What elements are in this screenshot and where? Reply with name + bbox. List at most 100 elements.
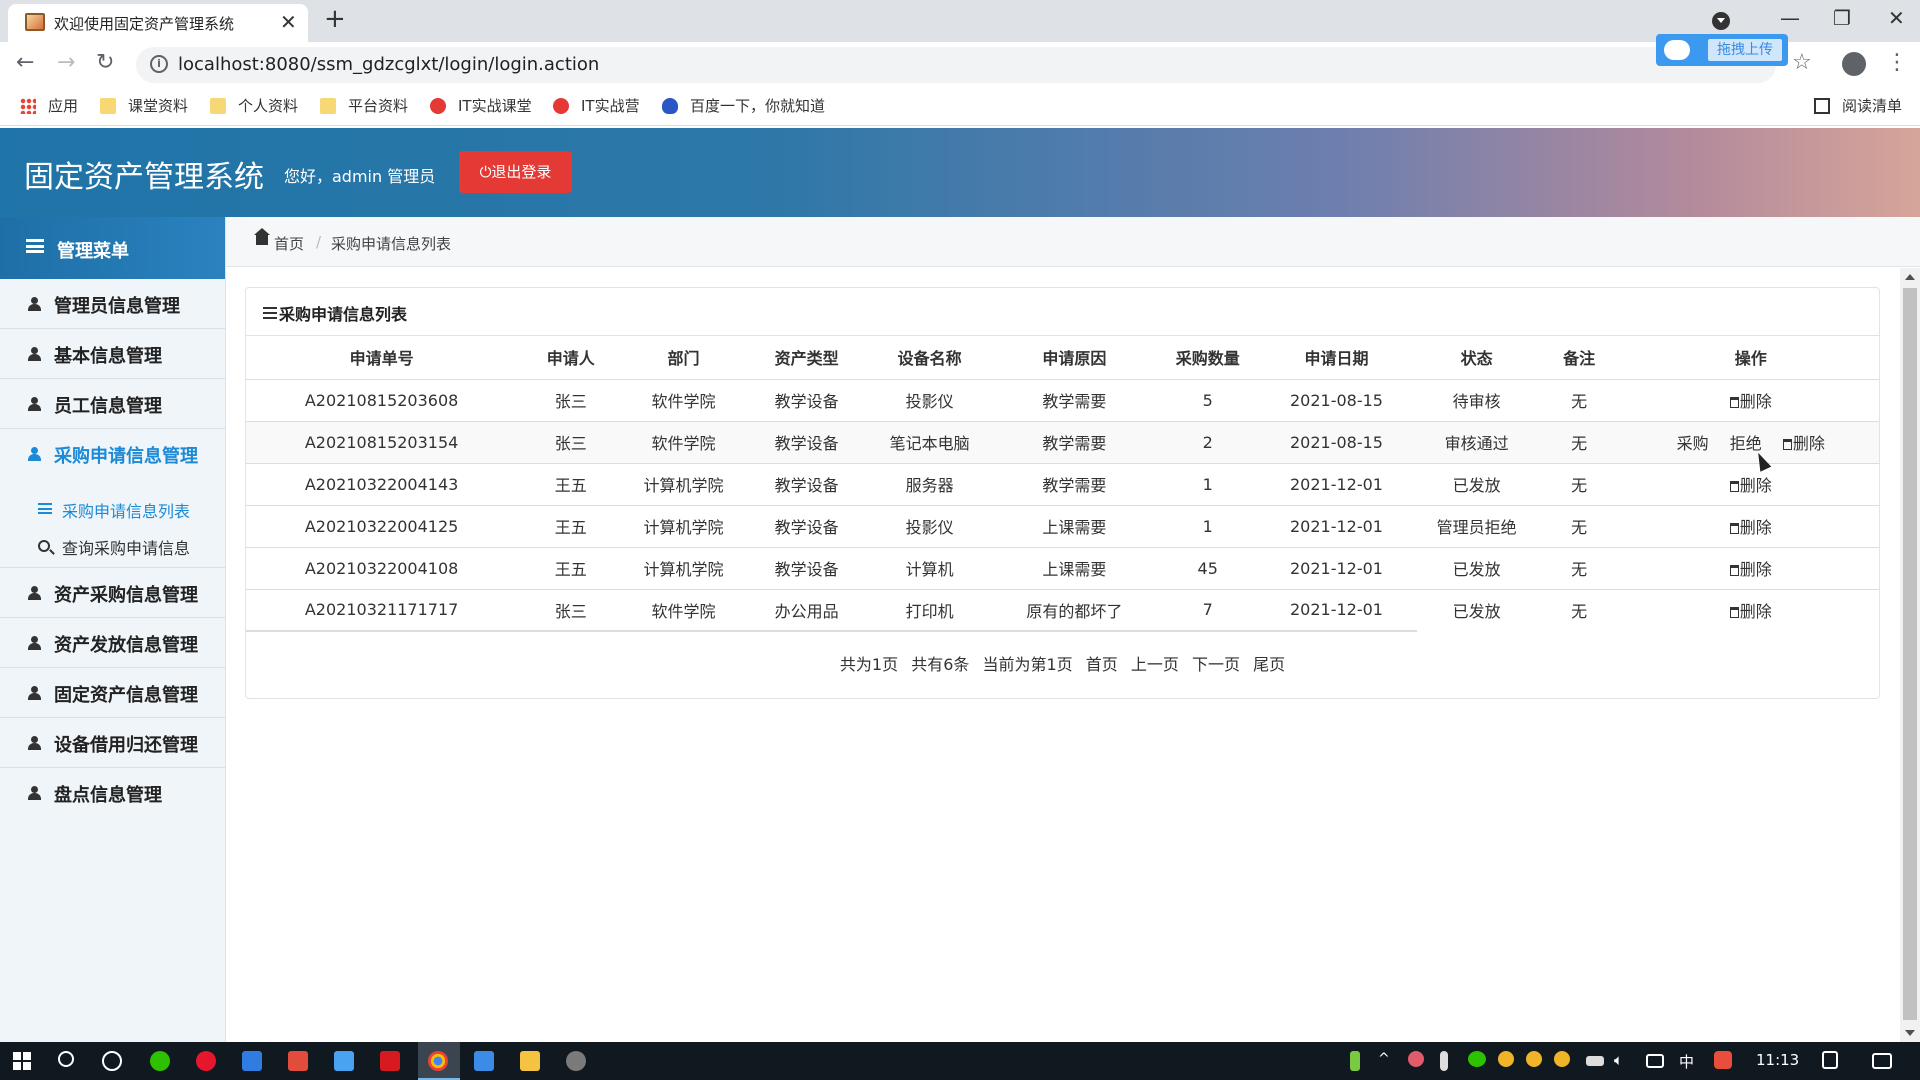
delete-link[interactable]: 删除 <box>1729 476 1772 495</box>
notes-icon[interactable] <box>1822 1051 1838 1069</box>
bookmark-apps[interactable]: 应用 <box>20 95 78 116</box>
user-icon <box>28 786 41 800</box>
input-method-indicator[interactable]: 中 <box>1679 1051 1694 1072</box>
site-info-icon[interactable]: i <box>150 55 168 73</box>
network-icon[interactable] <box>1646 1054 1664 1068</box>
user-icon <box>28 636 41 650</box>
table-row: A20210815203608 张三 软件学院 教学设备 投影仪 教学需要 5 … <box>246 379 1879 422</box>
logout-button[interactable]: ⏻退出登录 <box>459 151 572 193</box>
sidebar-item-asset-distribution[interactable]: 资产发放信息管理 <box>0 618 225 668</box>
reading-list[interactable]: 阅读清单 <box>1814 95 1902 116</box>
tray-app-icon[interactable] <box>1408 1051 1424 1067</box>
cell-reason: 教学需要 <box>988 379 1160 422</box>
file-explorer-icon[interactable] <box>520 1051 540 1071</box>
submenu-item-label: 采购申请信息列表 <box>62 502 191 521</box>
app-icon[interactable] <box>474 1051 494 1071</box>
sidebar-item-employee-info[interactable]: 员工信息管理 <box>0 379 225 429</box>
back-icon[interactable]: ← <box>16 50 34 75</box>
delete-label: 删除 <box>1792 434 1825 453</box>
tray-battery-icon[interactable] <box>1350 1051 1360 1071</box>
wechat-icon[interactable] <box>150 1051 170 1071</box>
tray-wechat-icon[interactable] <box>1468 1051 1486 1067</box>
foxit-icon[interactable] <box>288 1051 308 1071</box>
cortana-icon[interactable] <box>102 1051 122 1071</box>
microphone-icon[interactable] <box>1440 1051 1448 1071</box>
qq-icon[interactable] <box>1526 1051 1542 1067</box>
upload-extension-button[interactable]: 拖拽上传 <box>1656 34 1788 66</box>
minimize-icon[interactable]: — <box>1780 6 1800 30</box>
panel-title: 采购申请信息列表 <box>279 305 408 324</box>
sidebar-item-equipment-loan[interactable]: 设备借用归还管理 <box>0 718 225 768</box>
forward-icon[interactable]: → <box>57 50 75 75</box>
delete-label: 删除 <box>1739 476 1772 495</box>
scroll-up-icon[interactable] <box>1905 274 1915 280</box>
pagination-first[interactable]: 首页 <box>1086 655 1118 674</box>
browser-tab[interactable]: 欢迎使用固定资产管理系统 ✕ <box>8 4 308 42</box>
bookmark-baidu[interactable]: 百度一下，你就知道 <box>662 95 825 116</box>
url-input[interactable]: i localhost:8080/ssm_gdzcglxt/login/logi… <box>136 47 1776 83</box>
breadcrumb-home[interactable]: 首页 <box>274 233 304 254</box>
reject-link[interactable]: 拒绝 <box>1730 434 1762 453</box>
new-tab-button[interactable]: + <box>324 4 346 34</box>
action-center-icon[interactable] <box>1872 1053 1892 1069</box>
pagination-prev[interactable]: 上一页 <box>1131 655 1179 674</box>
sidebar-item-purchase-request[interactable]: 采购申请信息管理 <box>0 429 225 484</box>
pagination-last[interactable]: 尾页 <box>1253 655 1285 674</box>
delete-link[interactable]: 删除 <box>1729 602 1772 621</box>
settings-gear-icon[interactable] <box>566 1051 586 1071</box>
submenu-item-request-list[interactable]: 采购申请信息列表 <box>0 491 225 527</box>
qq-icon[interactable] <box>1554 1051 1570 1067</box>
purchase-request-submenu: 采购申请信息列表 查询采购申请信息 <box>0 484 225 568</box>
tab-close-icon[interactable]: ✕ <box>280 10 297 34</box>
cell-quantity: 45 <box>1159 547 1256 590</box>
cell-reason: 教学需要 <box>988 463 1160 506</box>
windows-start-icon[interactable] <box>13 1052 31 1070</box>
wps-icon[interactable] <box>380 1051 400 1071</box>
weibo-icon[interactable] <box>196 1051 216 1071</box>
submenu-item-request-search[interactable]: 查询采购申请信息 <box>0 528 225 564</box>
reload-icon[interactable]: ↻ <box>96 50 114 75</box>
volume-icon[interactable]: 🔈︎ <box>1614 1051 1632 1071</box>
delete-link[interactable]: 删除 <box>1782 434 1825 453</box>
delete-link[interactable]: 删除 <box>1729 560 1772 579</box>
sidebar-item-basic-info[interactable]: 基本信息管理 <box>0 329 225 379</box>
table-row: A20210322004143 王五 计算机学院 教学设备 服务器 教学需要 1… <box>246 463 1879 506</box>
cell-applicant: 王五 <box>517 547 625 590</box>
bookmark-class-materials[interactable]: 课堂资料 <box>100 95 188 116</box>
sidebar-item-fixed-asset[interactable]: 固定资产信息管理 <box>0 668 225 718</box>
restore-icon[interactable]: ❐ <box>1833 6 1851 30</box>
taskbar-search-icon[interactable] <box>58 1051 74 1067</box>
pagination-next[interactable]: 下一页 <box>1192 655 1240 674</box>
bookmark-star-icon[interactable]: ☆ <box>1792 50 1812 75</box>
cell-actions: 删除 <box>1622 547 1879 590</box>
chrome-icon[interactable] <box>428 1051 448 1071</box>
baidu-netdisk-icon[interactable] <box>334 1051 354 1071</box>
tab-search-icon[interactable] <box>1712 12 1730 30</box>
tray-expand-icon[interactable]: ^ <box>1378 1051 1392 1071</box>
purchase-link[interactable]: 采购 <box>1677 434 1709 453</box>
cell-device-name: 笔记本电脑 <box>870 421 989 464</box>
cell-asset-type: 教学设备 <box>742 547 871 590</box>
scrollbar-thumb[interactable] <box>1903 288 1917 1020</box>
bookmark-platform-materials[interactable]: 平台资料 <box>320 95 408 116</box>
bookmark-it-class[interactable]: IT实战课堂 <box>430 95 532 116</box>
sidebar-item-inventory[interactable]: 盘点信息管理 <box>0 768 225 818</box>
bookmark-it-camp[interactable]: IT实战营 <box>553 95 640 116</box>
qq-icon[interactable] <box>1498 1051 1514 1067</box>
feishu-icon[interactable] <box>242 1051 262 1071</box>
cell-applicant: 王五 <box>517 505 625 548</box>
sidebar-item-asset-purchase[interactable]: 资产采购信息管理 <box>0 568 225 618</box>
delete-link[interactable]: 删除 <box>1729 392 1772 411</box>
delete-link[interactable]: 删除 <box>1729 518 1772 537</box>
taskbar-clock[interactable]: 11:13 <box>1756 1051 1799 1069</box>
sidebar-item-admin-info[interactable]: 管理员信息管理 <box>0 279 225 329</box>
profile-avatar-icon[interactable] <box>1842 52 1866 76</box>
trash-icon <box>1729 565 1739 576</box>
power-icon[interactable] <box>1586 1056 1604 1066</box>
bookmark-personal-materials[interactable]: 个人资料 <box>210 95 298 116</box>
sogou-icon[interactable] <box>1714 1051 1732 1069</box>
vertical-scrollbar[interactable] <box>1900 268 1920 1042</box>
scroll-down-icon[interactable] <box>1905 1030 1915 1036</box>
close-window-icon[interactable]: ✕ <box>1888 6 1905 30</box>
browser-menu-icon[interactable]: ⋮ <box>1886 50 1908 75</box>
